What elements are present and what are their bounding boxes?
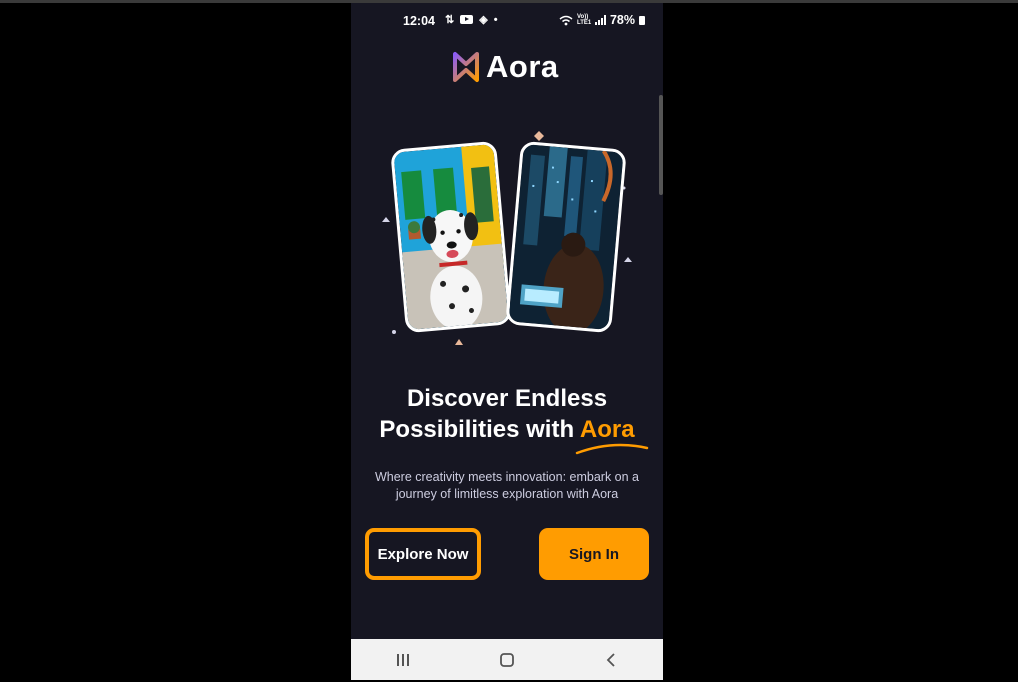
- wifi-icon: [559, 15, 573, 25]
- status-bar: 12:04 ⇅ ◈ • Vo)) LTE1 78%: [351, 3, 663, 39]
- status-time: 12:04: [403, 14, 435, 28]
- sync-icon: ⇅: [445, 14, 455, 26]
- home-icon: [500, 652, 514, 667]
- cyberpunk-city-image: [505, 140, 627, 334]
- hero-headline: Discover Endless Possibilities with Aora: [351, 383, 663, 455]
- headline-accent: Aora: [575, 416, 649, 455]
- headline-line1: Discover Endless: [406, 385, 608, 412]
- underline-swoosh: [575, 443, 649, 455]
- status-system-icons: Vo)) LTE1 78%: [559, 13, 645, 27]
- headline-line2: Possibilities with Aora: [351, 414, 663, 455]
- recents-button[interactable]: [383, 645, 423, 675]
- system-navigation-bar: [351, 639, 663, 680]
- headline-prefix: Possibilities with: [379, 416, 580, 443]
- battery-icon: [639, 15, 645, 25]
- hero-illustration: [381, 128, 641, 353]
- network-type-label: Vo)) LTE1: [576, 14, 592, 26]
- home-button[interactable]: [487, 645, 527, 675]
- dot-icon: •: [493, 13, 498, 26]
- sign-in-button[interactable]: Sign In: [539, 528, 649, 580]
- back-button[interactable]: [591, 645, 631, 675]
- aora-logo-icon: [453, 52, 479, 82]
- headline-accent-text: Aora: [579, 416, 635, 443]
- vpn-icon: ◈: [479, 14, 488, 26]
- recents-icon: [397, 653, 409, 666]
- app-name: Aora: [486, 49, 559, 84]
- status-notification-icons: ⇅ ◈ •: [445, 13, 498, 27]
- dalmatian-image: [390, 140, 512, 334]
- scrollbar[interactable]: [659, 95, 663, 195]
- youtube-icon: [460, 15, 474, 24]
- battery-percent: 78%: [609, 13, 635, 27]
- explore-now-button[interactable]: Explore Now: [365, 528, 481, 580]
- phone-screen: 12:04 ⇅ ◈ • Vo)) LTE1 78% Aora Discover …: [351, 3, 663, 680]
- app-logo: Aora: [450, 49, 559, 85]
- back-icon: [606, 652, 615, 667]
- signal-icon: [594, 15, 606, 25]
- hero-subtext: Where creativity meets innovation: embar…: [374, 470, 639, 501]
